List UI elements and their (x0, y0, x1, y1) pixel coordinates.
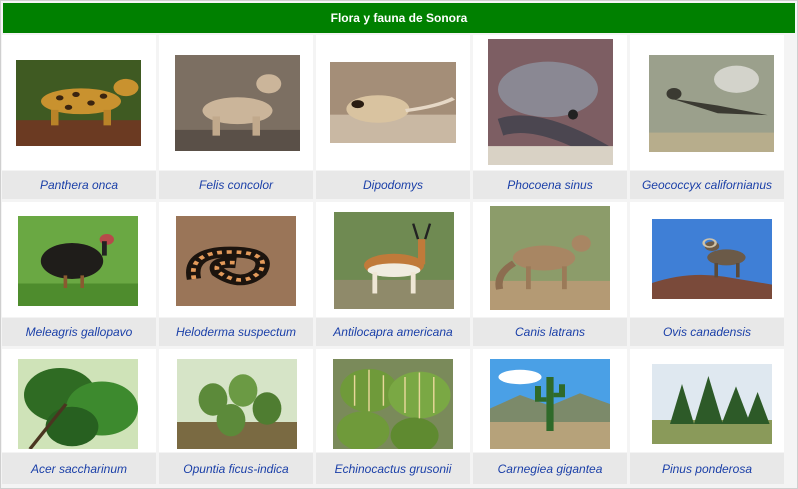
species-name-link[interactable]: Pinus ponderosa (630, 453, 784, 484)
species-name-link[interactable]: Echinocactus grusonii (316, 453, 470, 484)
saguaro-photo[interactable] (490, 359, 610, 449)
species-cell (630, 35, 784, 170)
species-cell (473, 349, 627, 452)
species-name-link[interactable]: Antilocapra americana (316, 318, 470, 346)
species-cell (159, 202, 313, 317)
species-cell (2, 349, 156, 452)
species-name-link[interactable]: Phocoena sinus (473, 171, 627, 199)
species-cell (2, 202, 156, 317)
species-cell (316, 35, 470, 170)
species-cell (630, 349, 784, 452)
species-name-link[interactable]: Geococcyx californianus (630, 171, 784, 199)
species-cell (316, 202, 470, 317)
puma-photo[interactable] (175, 55, 300, 151)
barrel-cactus-photo[interactable] (333, 359, 453, 449)
species-cell (316, 349, 470, 452)
coyote-photo[interactable] (490, 206, 610, 310)
species-name-link[interactable]: Panthera onca (2, 171, 156, 199)
species-cell (159, 349, 313, 452)
species-name-link[interactable]: Meleagris gallopavo (2, 318, 156, 346)
species-grid: Panthera onca Felis concolor Dipodomys P… (0, 35, 798, 489)
species-name-link[interactable]: Acer saccharinum (2, 453, 156, 484)
species-name-link[interactable]: Canis latrans (473, 318, 627, 346)
species-name-link[interactable]: Ovis canadensis (630, 318, 784, 346)
bighorn-sheep-photo[interactable] (652, 219, 772, 299)
species-cell (2, 35, 156, 170)
species-cell (473, 202, 627, 317)
kangaroo-rat-photo[interactable] (330, 62, 456, 143)
species-name-link[interactable]: Heloderma suspectum (159, 318, 313, 346)
pronghorn-photo[interactable] (334, 212, 454, 309)
species-name-link[interactable]: Opuntia ficus-indica (159, 453, 313, 484)
species-name-link[interactable]: Dipodomys (316, 171, 470, 199)
pine-photo[interactable] (652, 364, 772, 444)
gallery-title: Flora y fauna de Sonora (3, 3, 795, 33)
species-cell (630, 202, 784, 317)
roadrunner-photo[interactable] (649, 55, 774, 152)
turkey-photo[interactable] (18, 216, 138, 306)
species-name-link[interactable]: Carnegiea gigantea (473, 453, 627, 484)
species-name-link[interactable]: Felis concolor (159, 171, 313, 199)
maple-photo[interactable] (18, 359, 138, 449)
vaquita-photo[interactable] (488, 39, 613, 165)
gila-monster-photo[interactable] (176, 216, 296, 306)
species-cell (473, 35, 627, 170)
species-cell (159, 35, 313, 170)
prickly-pear-photo[interactable] (177, 359, 297, 449)
jaguar-photo[interactable] (16, 60, 141, 146)
